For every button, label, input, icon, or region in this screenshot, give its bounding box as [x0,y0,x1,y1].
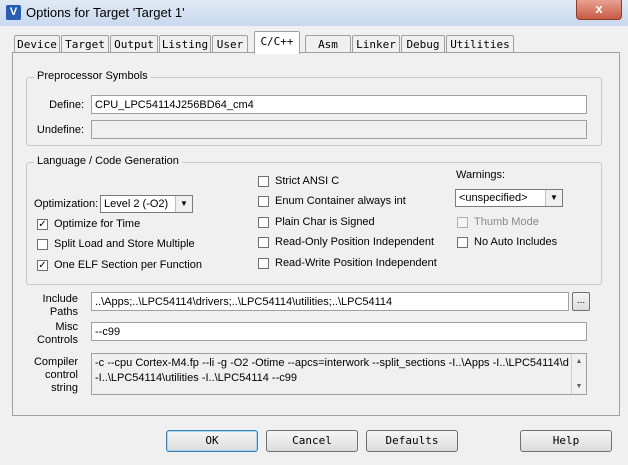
thumb-mode-checkbox[interactable] [457,217,468,228]
compiler-label: Compiler [33,356,78,368]
tab-cc[interactable]: C/C++ [254,31,300,54]
include-paths-field[interactable]: ..\Apps;..\LPC54114\drivers;..\LPC54114\… [91,292,569,311]
warnings-select[interactable]: <unspecified> ▼ [455,189,563,207]
misc-controls-field[interactable]: --c99 [91,322,587,341]
tab-user[interactable]: User [212,35,248,53]
optimization-value: Level 2 (-O2) [104,198,169,210]
misc-label: Misc [55,321,78,333]
no-auto-includes-checkbox[interactable] [457,237,468,248]
tab-output[interactable]: Output [110,35,158,53]
include-label-paths: Paths [49,306,78,318]
browse-button[interactable]: ... [572,292,590,311]
define-label: Define: [49,99,84,111]
warnings-label: Warnings: [456,169,506,181]
define-field[interactable]: CPU_LPC54114J256BD64_cm4 [91,95,587,114]
misc-label-controls: Controls [37,334,78,346]
help-button[interactable]: Help [520,430,612,452]
cancel-button[interactable]: Cancel [266,430,358,452]
tab-linker[interactable]: Linker [352,35,400,53]
readonly-pi-checkbox[interactable] [258,237,269,248]
title-bar[interactable]: V Options for Target 'Target 1' x [0,0,628,27]
tab-asm[interactable]: Asm [305,35,351,53]
split-load-label: Split Load and Store Multiple [54,238,195,250]
language-legend: Language / Code Generation [34,155,182,167]
one-elf-label: One ELF Section per Function [54,259,202,271]
readonly-pi-label: Read-Only Position Independent [275,236,434,248]
scroll-down-icon[interactable]: ▼ [572,379,586,394]
chevron-down-icon: ▼ [175,196,192,212]
optimization-select[interactable]: Level 2 (-O2) ▼ [100,195,193,213]
optimization-label: Optimization: [34,198,99,210]
include-label: Include [42,293,78,305]
plain-char-label: Plain Char is Signed [275,216,375,228]
tab-debug[interactable]: Debug [401,35,445,53]
enum-container-label: Enum Container always int [275,195,406,207]
tab-target[interactable]: Target [61,35,109,53]
compiler-string-line-2: -I..\LPC54114\utilities -I..\LPC54114 --… [95,372,297,384]
one-elf-checkbox[interactable]: ✓ [37,260,48,271]
enum-container-checkbox[interactable] [258,196,269,207]
defaults-button[interactable]: Defaults [366,430,458,452]
preprocessor-legend: Preprocessor Symbols [34,70,151,82]
close-button[interactable]: x [576,0,622,20]
split-load-checkbox[interactable] [37,239,48,250]
chevron-down-icon: ▼ [545,190,562,206]
tab-device[interactable]: Device [14,35,60,53]
strict-ansi-checkbox[interactable] [258,176,269,187]
scrollbar[interactable]: ▲ ▼ [571,354,586,394]
compiler-control-string[interactable]: -c --cpu Cortex-M4.fp --li -g -O2 -Otime… [91,353,587,395]
optimize-time-checkbox[interactable]: ✓ [37,219,48,230]
readwrite-pi-label: Read-Write Position Independent [275,257,437,269]
optimize-time-label: Optimize for Time [54,218,141,230]
tab-listing[interactable]: Listing [159,35,211,53]
thumb-mode-label: Thumb Mode [474,216,539,228]
undefine-label: Undefine: [36,124,84,136]
readwrite-pi-checkbox[interactable] [258,258,269,269]
compiler-label-string: string [51,382,78,394]
strict-ansi-label: Strict ANSI C [275,175,340,187]
plain-char-checkbox[interactable] [258,217,269,228]
ok-button[interactable]: OK [166,430,258,452]
undefine-field[interactable] [91,120,587,139]
tab-utilities[interactable]: Utilities [446,35,514,53]
window-title: Options for Target 'Target 1' [26,5,185,20]
compiler-label-control: control [44,369,78,381]
scroll-up-icon[interactable]: ▲ [572,354,586,369]
compiler-string-line-1: -c --cpu Cortex-M4.fp --li -g -O2 -Otime… [95,357,569,369]
warnings-value: <unspecified> [459,192,528,204]
no-auto-includes-label: No Auto Includes [474,236,558,248]
app-icon: V [6,5,21,20]
